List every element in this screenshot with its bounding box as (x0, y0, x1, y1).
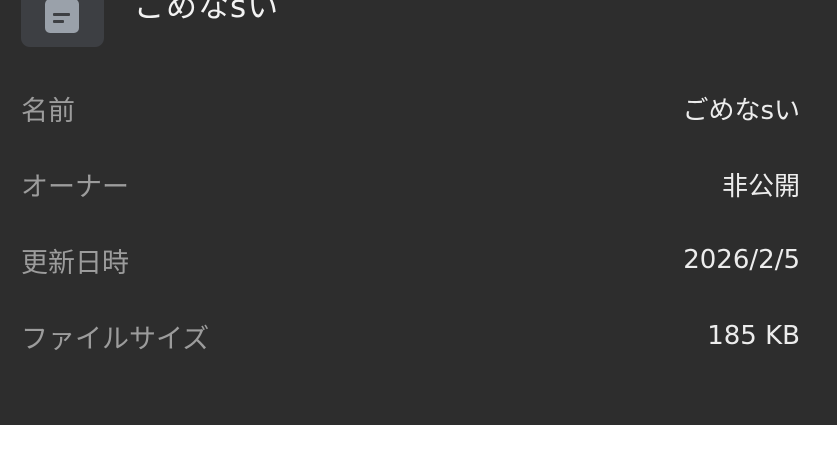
file-details-sheet: ごめなsい 名前 ごめなsい オーナー 非公開 更新日時 2026/2/5 ファ… (0, 0, 837, 425)
detail-row-owner: オーナー 非公開 (21, 146, 800, 222)
detail-label-name: 名前 (21, 95, 75, 127)
detail-label-modified: 更新日時 (21, 247, 129, 279)
details-list: 名前 ごめなsい オーナー 非公開 更新日時 2026/2/5 ファイルサイズ … (21, 70, 800, 374)
file-title: ごめなsい (134, 0, 280, 25)
file-thumbnail[interactable] (21, 0, 104, 47)
detail-value-name: ごめなsい (682, 95, 800, 126)
detail-row-modified: 更新日時 2026/2/5 (21, 222, 800, 298)
detail-label-size: ファイルサイズ (21, 323, 210, 355)
detail-value-size: 185 KB (707, 321, 800, 351)
detail-row-size: ファイルサイズ 185 KB (21, 298, 800, 374)
detail-row-name: 名前 ごめなsい (21, 70, 800, 146)
detail-label-owner: オーナー (21, 171, 129, 203)
detail-value-owner: 非公開 (721, 171, 800, 202)
document-icon (45, 0, 79, 33)
detail-value-modified: 2026/2/5 (683, 245, 800, 275)
file-header: ごめなsい (21, 0, 279, 48)
